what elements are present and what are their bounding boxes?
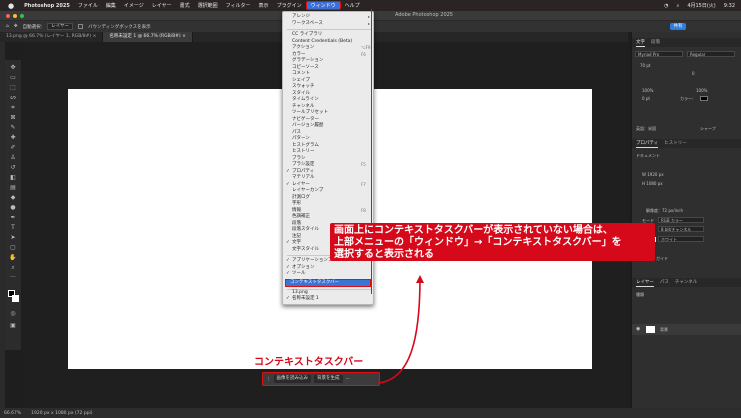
annotation-arrow [377,275,424,384]
